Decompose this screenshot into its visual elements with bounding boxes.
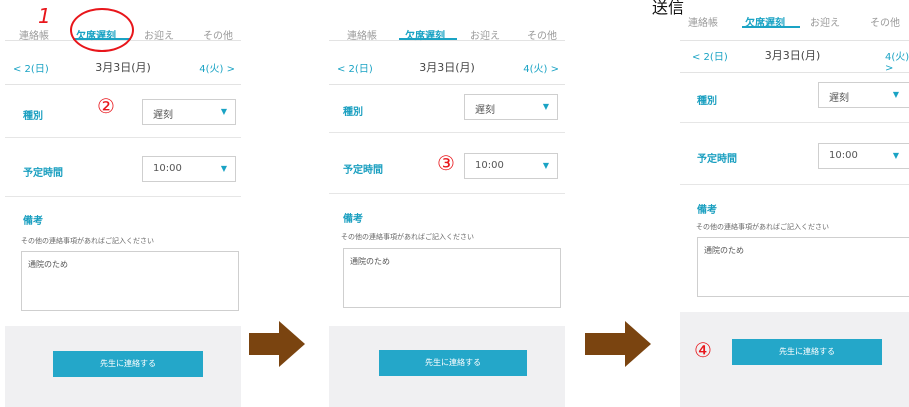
time-label: 予定時間 <box>23 168 63 179</box>
send-caption: 送信 <box>652 0 685 17</box>
tab-pickup[interactable]: お迎え <box>144 27 174 42</box>
time-select[interactable]: 10:00 ▼ <box>464 153 558 179</box>
contact-teacher-button[interactable]: 先生に連絡する <box>379 350 527 376</box>
divider <box>5 137 241 138</box>
tab-pickup[interactable]: お迎え <box>810 14 840 29</box>
tab-other[interactable]: その他 <box>203 27 233 42</box>
type-select[interactable]: 遅刻 ▼ <box>818 82 909 108</box>
type-select[interactable]: 遅刻 ▼ <box>464 94 558 120</box>
time-select-value: 10:00 <box>829 150 858 161</box>
time-select[interactable]: 10:00 ▼ <box>142 156 236 182</box>
divider <box>329 193 565 194</box>
contact-teacher-button[interactable]: 先生に連絡する <box>732 339 882 365</box>
next-day-link[interactable]: 4(火) > <box>885 48 909 74</box>
note-textarea-value: 通院のため <box>350 257 390 266</box>
note-title: 備考 <box>343 214 363 225</box>
note-textarea[interactable]: 通院のため <box>21 251 239 311</box>
note-help-text: その他の連絡事項があればご記入ください <box>21 237 154 245</box>
type-label: 種別 <box>697 96 717 107</box>
footer-area: 先生に連絡する <box>329 326 565 407</box>
time-select-value: 10:00 <box>153 163 182 174</box>
type-label: 種別 <box>23 111 43 122</box>
chevron-down-icon: ▼ <box>892 151 899 160</box>
type-select[interactable]: 遅刻 ▼ <box>142 99 236 125</box>
chevron-down-icon: ▼ <box>542 161 549 170</box>
tab-pickup[interactable]: お迎え <box>470 27 500 42</box>
tab-other[interactable]: その他 <box>527 27 557 42</box>
note-textarea[interactable]: 通院のため <box>343 248 561 308</box>
step-4-number: ④ <box>694 338 712 362</box>
screen-panel-3: 連絡帳 欠席遅刻 お迎え その他 < 2(日) 3月3日(月) 4(火) > 種… <box>680 0 909 407</box>
divider <box>680 122 909 123</box>
chevron-down-icon: ▼ <box>892 90 899 99</box>
footer-area: 先生に連絡する <box>680 312 909 407</box>
time-select-value: 10:00 <box>475 160 504 171</box>
step-1-number: 1 <box>38 4 51 28</box>
divider <box>329 132 565 133</box>
active-tab-indicator <box>742 26 800 28</box>
next-day-link[interactable]: 4(火) > <box>199 60 235 75</box>
tab-contact-book[interactable]: 連絡帳 <box>19 27 49 42</box>
chevron-down-icon: ▼ <box>220 107 227 116</box>
contact-teacher-button[interactable]: 先生に連絡する <box>53 351 203 377</box>
tab-other[interactable]: その他 <box>870 14 900 29</box>
current-date: 3月3日(月) <box>764 49 821 62</box>
date-bar: < 2(日) 3月3日(月) 4(火) > <box>329 48 565 85</box>
type-label: 種別 <box>343 107 363 118</box>
date-bar: < 2(日) 3月3日(月) 4(火) > <box>680 36 909 74</box>
note-title: 備考 <box>23 216 43 227</box>
type-select-value: 遅刻 <box>829 93 849 104</box>
next-day-link[interactable]: 4(火) > <box>523 60 559 75</box>
type-select-value: 遅刻 <box>153 110 173 121</box>
note-textarea-value: 通院のため <box>28 260 68 269</box>
step-2-number: ② <box>97 94 115 118</box>
chevron-down-icon: ▼ <box>542 102 549 111</box>
divider <box>680 184 909 185</box>
tab-contact-book[interactable]: 連絡帳 <box>688 14 718 29</box>
note-help-text: その他の連絡事項があればご記入ください <box>341 233 474 241</box>
time-label: 予定時間 <box>697 154 737 165</box>
note-help-text: その他の連絡事項があればご記入ください <box>696 223 829 231</box>
chevron-down-icon: ▼ <box>220 164 227 173</box>
active-tab-indicator <box>399 38 457 40</box>
tab-bar: 連絡帳 欠席遅刻 お迎え その他 <box>680 0 909 41</box>
screen-panel-2: 連絡帳 欠席遅刻 お迎え その他 < 2(日) 3月3日(月) 4(火) > 種… <box>329 0 565 407</box>
note-title: 備考 <box>697 205 717 216</box>
tab-bar: 連絡帳 欠席遅刻 お迎え その他 <box>329 0 565 42</box>
step-3-number: ③ <box>437 151 455 175</box>
date-bar: < 2(日) 3月3日(月) 4(火) > <box>5 48 241 85</box>
step-1-highlight-circle <box>70 8 134 52</box>
note-textarea[interactable]: 通院のため <box>697 237 909 297</box>
divider <box>5 196 241 197</box>
footer-area: 先生に連絡する <box>5 326 241 407</box>
note-textarea-value: 通院のため <box>704 246 744 255</box>
tab-contact-book[interactable]: 連絡帳 <box>347 27 377 42</box>
time-select[interactable]: 10:00 ▼ <box>818 143 909 169</box>
type-select-value: 遅刻 <box>475 105 495 116</box>
time-label: 予定時間 <box>343 165 383 176</box>
screen-panel-1: 連絡帳 欠席遅刻 お迎え その他 < 2(日) 3月3日(月) 4(火) > 種… <box>5 0 241 407</box>
